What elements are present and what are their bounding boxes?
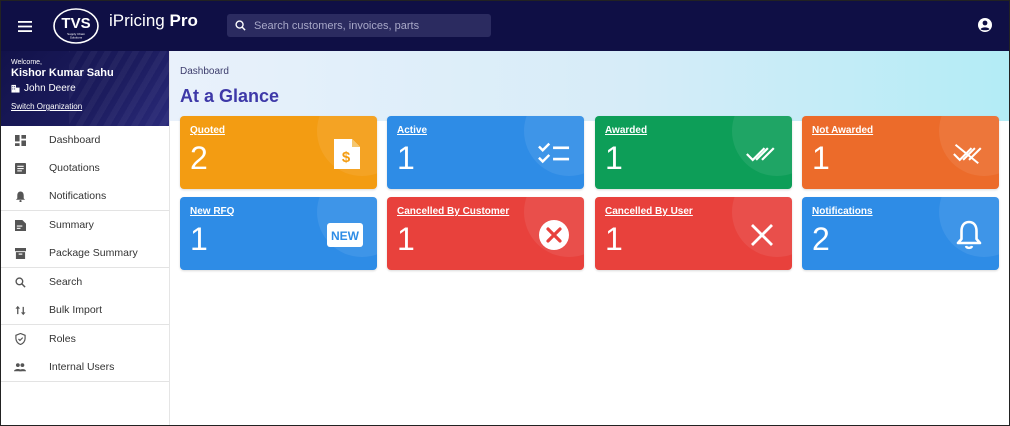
sidebar-item-label: Internal Users	[49, 361, 115, 373]
close-icon	[751, 224, 773, 246]
svg-text:$: $	[342, 149, 351, 166]
svg-text:TVS: TVS	[61, 15, 90, 32]
card-active[interactable]: Active 1	[387, 116, 584, 189]
sidebar-item-package-summary[interactable]: Package Summary	[1, 239, 169, 267]
card-value: 2	[812, 221, 830, 257]
sidebar-item-label: Dashboard	[49, 134, 101, 146]
nav-group-summary: Summary Package Summary	[1, 211, 169, 268]
nav-group-search: Search Bulk Import	[1, 268, 169, 325]
user-panel: Welcome, Kishor Kumar Sahu John Deere Sw…	[1, 51, 169, 126]
user-name: Kishor Kumar Sahu	[11, 67, 114, 79]
card-cancelled-by-customer[interactable]: Cancelled By Customer 1	[387, 197, 584, 270]
search-input[interactable]	[254, 19, 484, 32]
new-badge-icon: NEW	[327, 223, 363, 247]
sidebar-item-notifications[interactable]: Notifications	[1, 182, 169, 210]
sidebar-item-quotations[interactable]: Quotations	[1, 154, 169, 182]
summary-icon	[14, 219, 26, 231]
package-icon	[14, 247, 26, 259]
organization-name: John Deere	[24, 83, 76, 94]
shield-icon	[14, 333, 26, 345]
app-title-bold: Pro	[169, 11, 198, 30]
card-title[interactable]: Active	[397, 125, 427, 136]
card-value: 2	[190, 140, 208, 176]
sidebar-item-label: Roles	[49, 333, 76, 345]
card-value: 1	[397, 221, 415, 257]
app-title-text: iPricing	[109, 11, 165, 30]
people-icon	[14, 363, 26, 372]
sidebar-item-dashboard[interactable]: Dashboard	[1, 126, 169, 154]
card-value: 1	[605, 140, 623, 176]
card-cancelled-by-user[interactable]: Cancelled By User 1	[595, 197, 792, 270]
nav-group-admin: Roles Internal Users	[1, 325, 169, 382]
organization: John Deere	[11, 83, 159, 94]
main-content: Dashboard At a Glance Quoted 2 $ Active …	[170, 51, 1009, 425]
sidebar-item-roles[interactable]: Roles	[1, 325, 169, 353]
hamburger-icon	[18, 20, 32, 32]
sidebar-item-label: Bulk Import	[49, 304, 103, 316]
sidebar-item-summary[interactable]: Summary	[1, 211, 169, 239]
sidebar-item-search[interactable]: Search	[1, 268, 169, 296]
card-value: 1	[397, 140, 415, 176]
svg-text:NEW: NEW	[331, 229, 360, 243]
switch-organization-link[interactable]: Switch Organization	[11, 102, 82, 111]
list-icon	[14, 162, 26, 174]
top-app-bar: TVS Supply Chain Solutions iPricing Pro	[1, 1, 1009, 51]
search-bar[interactable]	[227, 14, 491, 37]
swap-icon	[14, 305, 26, 315]
quote-dollar-icon: $	[334, 139, 360, 169]
sidebar-item-label: Notifications	[49, 190, 107, 202]
sidebar-item-label: Package Summary	[49, 247, 138, 259]
remove-done-icon	[953, 143, 982, 165]
sidebar-item-label: Summary	[49, 219, 94, 231]
card-notifications[interactable]: Notifications 2	[802, 197, 999, 270]
bell-icon	[15, 190, 25, 202]
page-title: At a Glance	[180, 86, 280, 106]
sidebar-item-internal-users[interactable]: Internal Users	[1, 353, 169, 381]
svg-text:Solutions: Solutions	[70, 36, 83, 40]
cancel-circle-icon	[539, 220, 569, 250]
breadcrumb[interactable]: Dashboard	[180, 66, 229, 77]
card-title[interactable]: Cancelled By User	[605, 206, 693, 217]
welcome-text: Welcome,	[11, 59, 42, 66]
double-check-icon	[746, 147, 775, 162]
dashboard-icon	[14, 134, 26, 146]
card-title[interactable]: Awarded	[605, 125, 647, 136]
search-icon	[235, 20, 246, 31]
card-title[interactable]: Notifications	[812, 206, 873, 217]
card-title[interactable]: Quoted	[190, 125, 225, 136]
bell-icon	[956, 220, 982, 250]
card-title[interactable]: New RFQ	[190, 206, 234, 217]
nav-group-main: Dashboard Quotations Notifications	[1, 126, 169, 211]
checklist-icon	[538, 142, 570, 164]
card-new-rfq[interactable]: New RFQ 1 NEW	[180, 197, 377, 270]
building-icon	[11, 84, 20, 93]
card-awarded[interactable]: Awarded 1	[595, 116, 792, 189]
card-title[interactable]: Not Awarded	[812, 125, 873, 136]
search-icon	[14, 276, 26, 288]
tvs-logo[interactable]: TVS Supply Chain Solutions	[51, 6, 101, 46]
menu-button[interactable]	[1, 1, 49, 51]
card-not-awarded[interactable]: Not Awarded 1	[802, 116, 999, 189]
account-icon[interactable]	[977, 17, 993, 33]
card-value: 1	[812, 140, 830, 176]
card-title[interactable]: Cancelled By Customer	[397, 206, 509, 217]
sidebar-item-bulk-import[interactable]: Bulk Import	[1, 296, 169, 324]
page-header: Dashboard At a Glance	[170, 51, 1009, 121]
card-value: 1	[190, 221, 208, 257]
app-title: iPricing Pro	[109, 11, 198, 31]
sidebar-item-label: Search	[49, 276, 83, 288]
sidebar: Welcome, Kishor Kumar Sahu John Deere Sw…	[1, 51, 170, 425]
card-value: 1	[605, 221, 623, 257]
card-quoted[interactable]: Quoted 2 $	[180, 116, 377, 189]
sidebar-item-label: Quotations	[49, 162, 100, 174]
